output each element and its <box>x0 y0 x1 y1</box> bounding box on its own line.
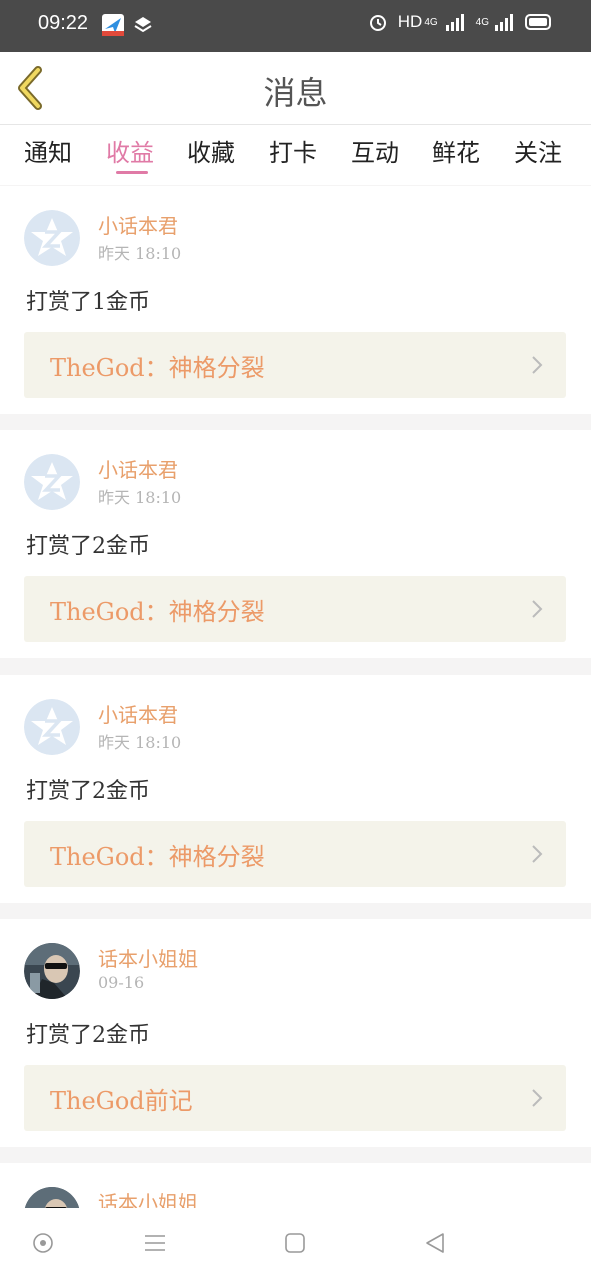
tab-interaction[interactable]: 互动 <box>351 133 399 168</box>
message-time: 昨天 18:10 <box>98 488 182 507</box>
avatar[interactable] <box>24 1187 80 1208</box>
username[interactable]: 小话本君 <box>98 454 178 483</box>
net-label-2: 4G <box>475 16 489 28</box>
message-card: 话本小姐姐 09-16 打赏了2金币 TheGod前记 <box>0 919 591 1147</box>
chevron-right-icon <box>532 845 543 863</box>
alarm-icon <box>369 15 386 31</box>
avatar[interactable] <box>24 210 80 266</box>
reference-link[interactable]: TheGod：神格分裂 <box>24 576 566 642</box>
tab-earnings[interactable]: 收益 <box>106 133 154 168</box>
message-time: 昨天 18:10 <box>98 244 182 263</box>
status-bar: 09:22 HD 4G 4G <box>0 0 591 52</box>
avatar[interactable] <box>24 943 80 999</box>
plane-app-icon <box>102 14 124 36</box>
menu-icon[interactable] <box>143 1232 167 1254</box>
tab-checkin[interactable]: 打卡 <box>269 133 317 168</box>
reference-title: TheGod：神格分裂 <box>50 843 265 871</box>
chevron-right-icon <box>532 600 543 618</box>
message-time: 09-16 <box>98 973 145 992</box>
chevron-right-icon <box>532 356 543 374</box>
system-nav-bar <box>0 1208 591 1280</box>
message-text: 打赏了2金币 <box>26 779 150 804</box>
page-title: 消息 <box>263 74 328 112</box>
reference-title: TheGod前记 <box>50 1087 193 1115</box>
message-text: 打赏了1金币 <box>26 290 150 315</box>
reference-title: TheGod：神格分裂 <box>50 598 265 626</box>
status-right: HD 4G 4G <box>368 12 553 32</box>
message-card: 小话本君 昨天 18:10 打赏了2金币 TheGod：神格分裂 <box>0 675 591 903</box>
username[interactable]: 话本小姐姐 <box>98 1187 198 1208</box>
battery-icon <box>525 14 551 30</box>
chevron-right-icon <box>532 1089 543 1107</box>
tab-flowers[interactable]: 鲜花 <box>432 133 480 168</box>
message-card: 话本小姐姐 <box>0 1163 591 1208</box>
tab-follow[interactable]: 关注 <box>514 133 562 168</box>
reference-title: TheGod：神格分裂 <box>50 354 265 382</box>
net-label-1: 4G <box>424 16 438 28</box>
layers-icon <box>134 17 152 33</box>
reference-link[interactable]: TheGod前记 <box>24 1065 566 1131</box>
message-time: 昨天 18:10 <box>98 733 182 752</box>
username[interactable]: 话本小姐姐 <box>98 943 198 972</box>
signal-icon-2 <box>495 14 513 31</box>
hd-label: HD <box>397 12 423 31</box>
reference-link[interactable]: TheGod：神格分裂 <box>24 332 566 398</box>
message-card: 小话本君 昨天 18:10 打赏了1金币 TheGod：神格分裂 <box>0 186 591 414</box>
status-time: 09:22 <box>38 12 89 34</box>
back-icon[interactable] <box>424 1232 446 1254</box>
header-bar: 消息 <box>0 52 591 125</box>
message-card: 小话本君 昨天 18:10 打赏了2金币 TheGod：神格分裂 <box>0 430 591 658</box>
username[interactable]: 小话本君 <box>98 699 178 728</box>
assistant-icon[interactable] <box>32 1232 54 1254</box>
message-text: 打赏了2金币 <box>26 534 150 559</box>
avatar[interactable] <box>24 454 80 510</box>
signal-icon <box>445 14 464 31</box>
home-icon[interactable] <box>284 1232 306 1254</box>
reference-link[interactable]: TheGod：神格分裂 <box>24 821 566 887</box>
avatar[interactable] <box>24 699 80 755</box>
active-tab-indicator <box>116 171 148 174</box>
tab-favorites[interactable]: 收藏 <box>187 133 235 168</box>
message-text: 打赏了2金币 <box>26 1023 150 1048</box>
tab-notifications[interactable]: 通知 <box>24 133 72 168</box>
tab-bar: 通知 收益 收藏 打卡 互动 鲜花 关注 <box>0 125 591 185</box>
username[interactable]: 小话本君 <box>98 210 178 239</box>
